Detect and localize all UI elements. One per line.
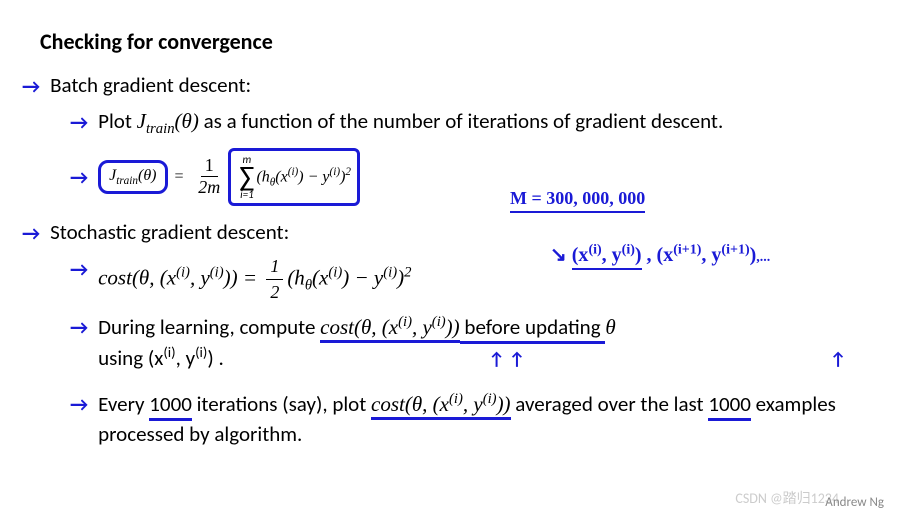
- batch-heading-row: → Batch gradient descent:: [22, 71, 859, 101]
- every-1000-text: Every 1000 iterations (say), plot cost(θ…: [98, 389, 859, 449]
- num-1000-a: 1000: [149, 391, 192, 421]
- arrow-icon: →: [70, 256, 88, 284]
- author-credit: Andrew Ng: [825, 495, 884, 510]
- summation-boxed: m ∑ i=1 (hθ(x(i)) − y(i))2: [228, 148, 360, 206]
- up-arrow-theta: ↑: [830, 348, 846, 370]
- cost-underlined-2: cost(θ, (x(i), y(i))): [371, 392, 511, 420]
- jtrain-formula-row: → Jtrain(θ) = 1 2m m ∑ i=1 (hθ(x(i)) − y…: [70, 148, 859, 206]
- num-1000-b: 1000: [708, 391, 751, 421]
- theta: θ: [605, 315, 615, 339]
- before-updating: before updating: [460, 314, 606, 344]
- sgd-every-1000: → Every 1000 iterations (say), plot cost…: [70, 389, 859, 449]
- batch-bullet-1: → Plot Jtrain(θ) as a function of the nu…: [70, 107, 859, 140]
- batch-bullet-1-text: Plot Jtrain(θ) as a function of the numb…: [98, 107, 859, 140]
- sgd-learning-text: → During learning, compute cost(θ, (x(i)…: [70, 312, 859, 374]
- sum-body: (hθ(x(i)) − y(i))2: [256, 166, 351, 189]
- watermark: CSDN @踏归1234: [735, 488, 839, 508]
- up-arrows: ↑ ↑: [489, 348, 526, 370]
- sigma-icon: m ∑ i=1: [239, 153, 254, 201]
- annotation-m-value: M = 300, 000, 000: [510, 188, 645, 213]
- text: as a function of the number of iteration…: [199, 108, 723, 134]
- arrow-icon: →: [70, 391, 88, 419]
- arrow-icon: →: [22, 220, 40, 248]
- fraction-1-2m: 1 2m: [194, 155, 224, 198]
- batch-heading: Batch gradient descent:: [50, 71, 859, 100]
- arrow-icon: →: [22, 73, 40, 101]
- learning-text: During learning, compute cost(θ, (x(i), …: [98, 312, 859, 374]
- arrow-icon: →: [70, 109, 88, 137]
- annotation-xy-pairs: ↘ (x(i), y(i)) , (x(i+1), y(i+1)),...: [550, 242, 770, 267]
- equals: =: [174, 168, 185, 186]
- arrow-icon: →: [70, 314, 88, 342]
- jtrain-inline: Jtrain(θ): [137, 109, 199, 133]
- cost-underlined: cost(θ, (x(i), y(i))): [320, 315, 460, 343]
- slide-title: Checking for convergence: [40, 28, 859, 55]
- text: Plot: [98, 108, 137, 134]
- jtrain-boxed: Jtrain(θ): [98, 160, 167, 194]
- arrow-icon: →: [70, 166, 88, 190]
